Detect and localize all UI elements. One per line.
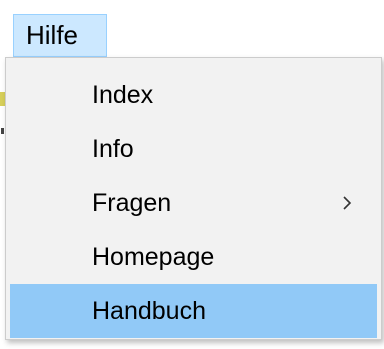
background-window-fragment: [1, 128, 4, 134]
menu-item-label: Handbuch: [92, 296, 206, 325]
chevron-right-icon: [343, 196, 352, 210]
menu-item-label: Index: [92, 80, 154, 109]
menu-item-homepage[interactable]: Homepage: [10, 230, 377, 284]
menubar-item-label: Hilfe: [26, 20, 79, 50]
menu-item-handbuch[interactable]: Handbuch: [10, 284, 377, 338]
menu-item-fragen[interactable]: Fragen: [10, 176, 377, 230]
menu-item-info[interactable]: Info: [10, 122, 377, 176]
menu-item-label: Fragen: [92, 188, 172, 217]
dropdown-menu-hilfe: Index Info Fragen Homepage Handbuch: [5, 57, 382, 340]
menu-item-index[interactable]: Index: [10, 68, 377, 122]
menu-item-label: Info: [92, 134, 134, 163]
menu-item-label: Homepage: [92, 242, 215, 271]
menubar-item-hilfe[interactable]: Hilfe: [13, 14, 107, 57]
